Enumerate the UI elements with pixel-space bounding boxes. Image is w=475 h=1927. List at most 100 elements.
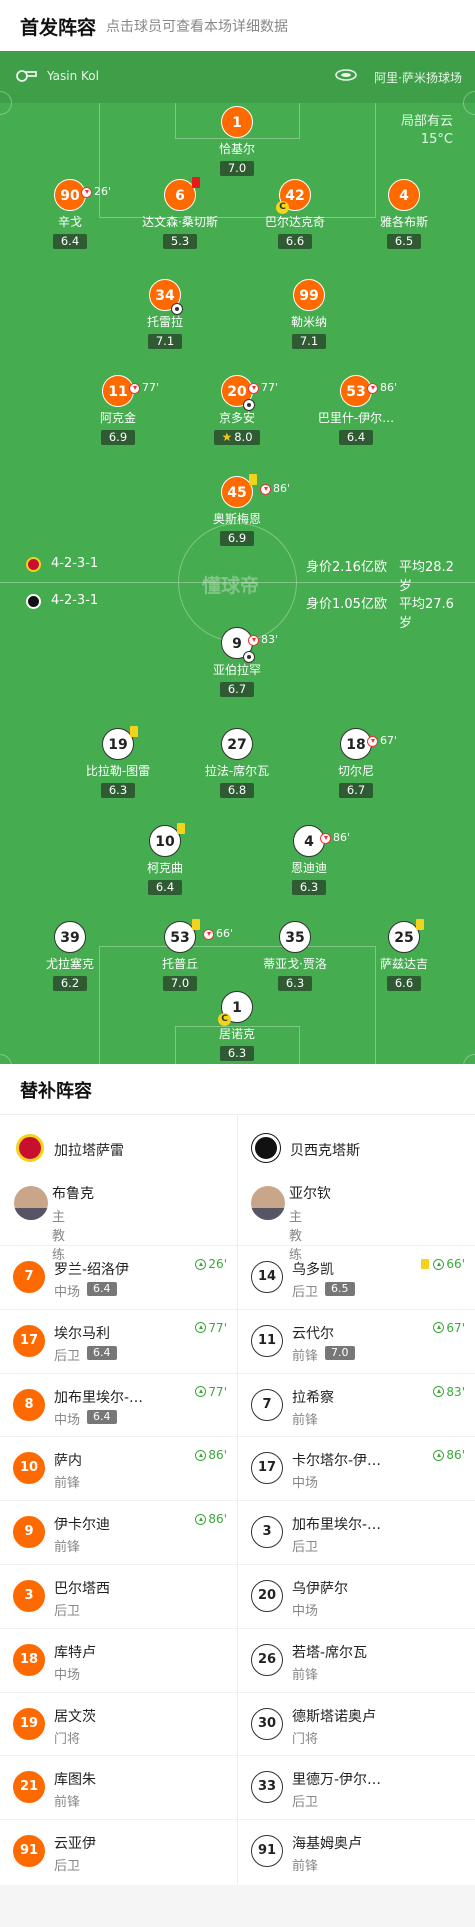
player-home-rb[interactable]: 4 雅各布斯 6.5: [349, 179, 459, 249]
player-home-rw[interactable]: 53 86' 巴里什-伊尔… 6.4: [301, 375, 411, 445]
player-home-dm2[interactable]: 99 勒米纳 7.1: [254, 279, 364, 349]
sub-player-row[interactable]: 26 若塔-席尔瓦 前锋: [238, 1627, 475, 1691]
sub-in-minute: 86': [208, 1512, 227, 1527]
sub-player-row[interactable]: 33 里德万-伊尔… 后卫: [238, 1755, 475, 1818]
sub-in-minute: 66': [446, 1257, 465, 1271]
sub-in-minute: 26': [208, 1257, 227, 1271]
sub-player-row[interactable]: 19 居文茨 门将: [0, 1691, 237, 1755]
sub-player-row[interactable]: 7 罗兰-绍洛伊 中场 6.4 26': [0, 1245, 237, 1308]
mvp-star-icon: ★: [221, 430, 233, 444]
player-name: 切尔尼: [337, 764, 374, 778]
sub-player-row[interactable]: 17 埃尔马利 后卫 6.4 77': [0, 1308, 237, 1372]
yellow-card-icon: [249, 474, 257, 485]
player-rating: 6.3: [101, 783, 135, 798]
player-away-rw[interactable]: 18 67' 切尔尼 6.7: [301, 728, 411, 798]
player-away-st[interactable]: 9 83' 亚伯拉罕 6.7: [182, 627, 292, 697]
player-name: 比拉勒-图雷: [85, 764, 151, 778]
player-away-rb[interactable]: 25 萨兹达吉 6.6: [349, 919, 459, 991]
player-home-lw[interactable]: 11 77' 阿克金 6.9: [63, 375, 173, 445]
sub-in-marker: 86': [195, 1512, 227, 1526]
sub-in-icon: [195, 1513, 207, 1525]
sub-minute: 86': [380, 381, 398, 394]
player-away-lb[interactable]: 39 尤拉塞克 6.2: [15, 921, 125, 991]
player-name: 阿克金: [99, 411, 136, 425]
player-away-lw[interactable]: 19 比拉勒-图雷 6.3: [63, 726, 173, 798]
sub-player-name: 乌伊萨尔: [292, 1581, 348, 1597]
sub-player-row[interactable]: 3 加布里埃尔-… 后卫: [238, 1500, 475, 1563]
sub-player-position: 后卫: [54, 1604, 81, 1619]
player-name: 巴里什-伊尔…: [317, 411, 395, 425]
player-rating: 6.2: [53, 976, 87, 991]
sub-player-name: 库特卢: [54, 1644, 96, 1661]
sub-minute: 77': [261, 381, 279, 394]
sub-player-row[interactable]: 17 卡尔塔尔-伊… 中场 86': [238, 1436, 475, 1499]
sub-out-icon: [367, 735, 378, 747]
player-away-dm1[interactable]: 10 柯克曲 6.4: [110, 823, 220, 895]
sub-in-icon: [433, 1322, 445, 1334]
player-number: 90: [60, 188, 80, 204]
sub-player-number: 19: [13, 1707, 45, 1740]
player-home-gk[interactable]: 1 恰基尔 7.0: [182, 106, 292, 176]
sub-in-minute: 83': [446, 1384, 465, 1399]
sub-player-row[interactable]: 9 伊卡尔迪 前锋 86': [0, 1500, 237, 1563]
sub-in-icon: [433, 1386, 445, 1398]
sub-out-icon: [81, 186, 92, 198]
player-number: 18: [346, 737, 366, 753]
sub-minute: 77': [142, 381, 160, 394]
avatar: [251, 1186, 285, 1220]
player-away-gk[interactable]: 1 C 居诺克 6.3: [182, 991, 292, 1061]
player-name: 尤拉塞克: [45, 957, 94, 971]
player-rating: 6.9: [220, 531, 254, 546]
sub-player-position: 门将: [292, 1731, 319, 1747]
player-home-lb[interactable]: 90 26' 辛戈 6.4: [15, 179, 125, 249]
player-away-cb2[interactable]: 35 蒂亚戈·贾洛 6.3: [240, 921, 350, 991]
player-number: 6: [175, 188, 185, 204]
player-away-am[interactable]: 27 拉法-席尔瓦 6.8: [182, 728, 292, 798]
sub-out-icon: [320, 832, 331, 844]
player-home-st[interactable]: 45 86' 奥斯梅恩 6.9: [182, 474, 292, 546]
player-away-cb1[interactable]: 53 66' 托普丘 7.0: [125, 919, 235, 991]
sub-player-number: 21: [13, 1771, 45, 1804]
sub-player-number: 3: [251, 1516, 283, 1549]
player-name: 巴尔达克奇: [264, 215, 325, 229]
player-rating: 7.1: [292, 334, 326, 349]
sub-player-row[interactable]: 10 萨内 前锋 86': [0, 1436, 237, 1499]
galatasaray-crest-icon: [16, 1134, 44, 1162]
sub-in-minute: 77': [208, 1320, 227, 1335]
sub-player-number: 30: [251, 1707, 283, 1740]
sub-player-row[interactable]: 14 乌多凯 后卫 6.5 66': [238, 1245, 475, 1308]
sub-player-row[interactable]: 18 库特卢 中场: [0, 1627, 237, 1691]
sub-player-number: 7: [251, 1388, 283, 1421]
player-home-dm1[interactable]: 34 托雷拉 7.1: [110, 279, 220, 349]
sub-player-row[interactable]: 30 德斯塔诺奥卢 门将: [238, 1691, 475, 1755]
sub-player-row[interactable]: 91 云亚伊 后卫: [0, 1819, 237, 1882]
player-number: 4: [304, 834, 314, 850]
player-number: 53: [170, 930, 190, 946]
sub-player-position: 前锋: [54, 1795, 81, 1811]
sub-player-number: 11: [251, 1324, 283, 1357]
sub-player-name: 加布里埃尔-…: [54, 1389, 144, 1406]
sub-player-row[interactable]: 8 加布里埃尔-… 中场 6.4 77': [0, 1372, 237, 1436]
sub-player-name: 萨内: [54, 1453, 82, 1470]
sub-player-row[interactable]: 20 乌伊萨尔 中场: [238, 1564, 475, 1627]
player-name: 奥斯梅恩: [212, 512, 261, 526]
sub-player-name: 巴尔塔西: [54, 1581, 110, 1597]
sub-player-row[interactable]: 11 云代尔 前锋 7.0 67': [238, 1308, 475, 1372]
player-home-cb1[interactable]: 6 达文森·桑切斯 5.3: [125, 177, 235, 249]
player-number: 27: [221, 728, 253, 760]
player-home-cb2[interactable]: 42 C 巴尔达克奇 6.6: [240, 179, 350, 249]
player-away-dm2[interactable]: 4 86' 恩迪迪 6.3: [254, 825, 364, 895]
sub-out-icon: [129, 382, 140, 394]
coach-name: 布鲁克: [52, 1186, 94, 1202]
sub-player-row[interactable]: 21 库图朱前锋: [0, 1755, 237, 1818]
goal-ball-icon: [243, 651, 255, 663]
weather-temperature: 15°C: [420, 132, 453, 147]
sub-player-position: 后卫: [292, 1285, 319, 1300]
captain-icon: C: [276, 201, 289, 214]
sub-player-row[interactable]: 7 拉希察 前锋 83': [238, 1372, 475, 1436]
sub-player-row[interactable]: 3 巴尔塔西 后卫: [0, 1564, 237, 1627]
away-team-summary: 4-2-3-1 身价1.05亿欧 平均27.6岁: [26, 592, 466, 631]
sub-player-row[interactable]: 91 海基姆奥卢 前锋: [238, 1819, 475, 1882]
player-home-am[interactable]: 20 77' 京多安 ★ 8.0: [182, 375, 292, 445]
sub-player-name: 库图朱: [54, 1772, 96, 1789]
